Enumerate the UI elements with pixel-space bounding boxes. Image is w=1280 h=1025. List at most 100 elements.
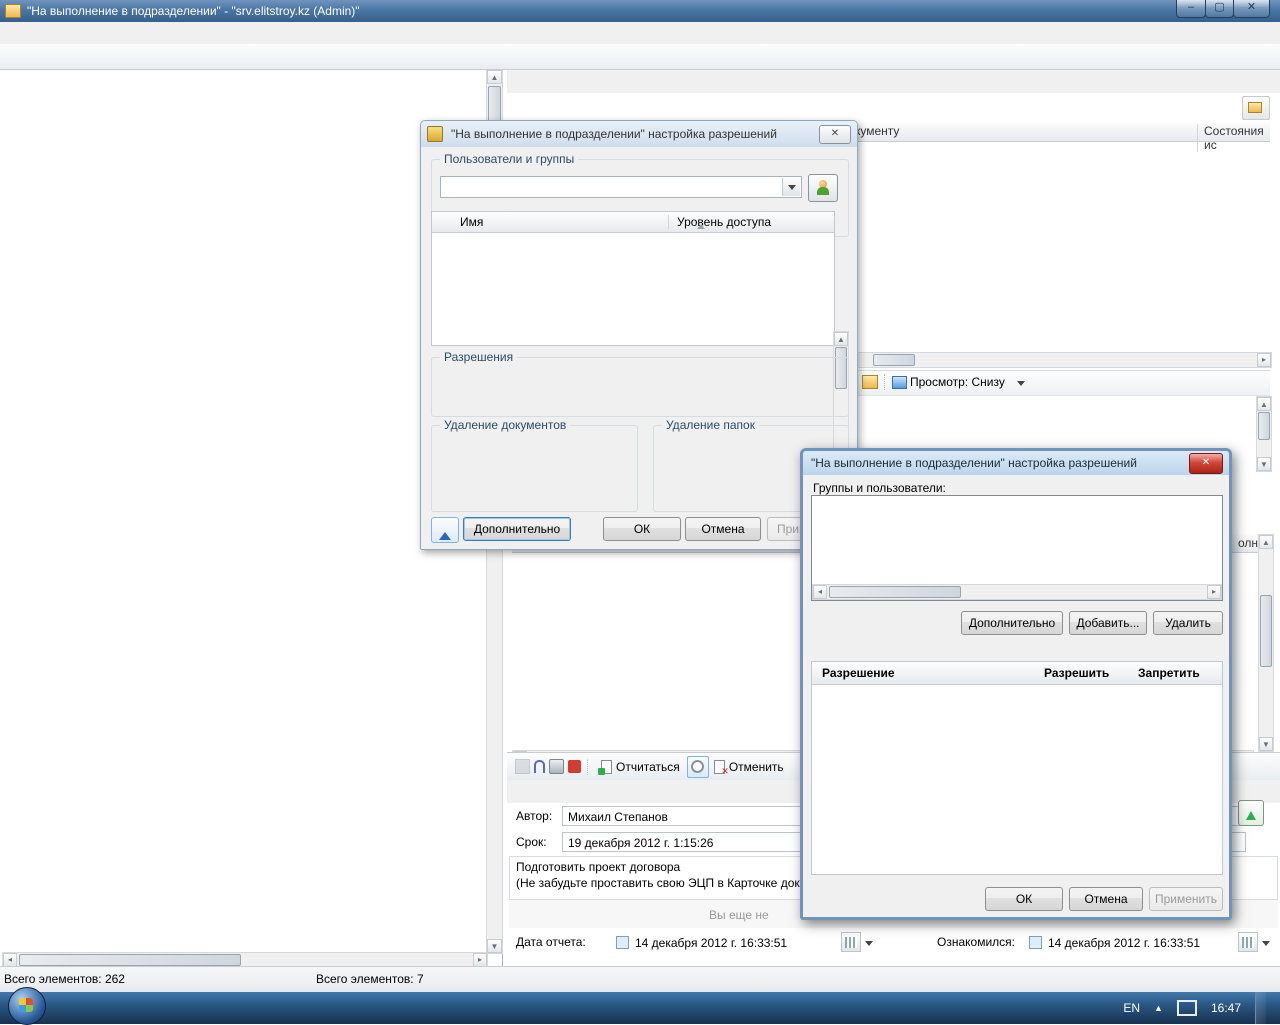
report-date-label: Дата отчета: <box>507 935 616 949</box>
panel-options-icon[interactable] <box>1242 96 1270 120</box>
scroll-up-arrow[interactable]: ▲ <box>1257 397 1271 411</box>
tray-expand-icon[interactable]: ▲ <box>1154 1003 1163 1013</box>
task-grid-vertical-scrollbar[interactable]: ▲ ▼ <box>1258 534 1274 752</box>
advanced-button[interactable]: Дополнительно <box>463 517 571 541</box>
combo-dropdown-button[interactable] <box>782 178 800 196</box>
ok-button[interactable]: ОК <box>603 517 681 541</box>
permissions-dialog-advanced: "На выполнение в подразделении" настройк… <box>800 448 1232 920</box>
scroll-down-arrow[interactable]: ▼ <box>487 939 502 953</box>
dialog-title-bar[interactable]: "На выполнение в подразделении" настройк… <box>803 451 1229 475</box>
add-button[interactable]: Добавить... <box>1069 611 1147 635</box>
separator <box>884 374 885 390</box>
green-up-arrow-button[interactable] <box>1238 800 1264 826</box>
ack-date-value[interactable]: 14 декабря 2012 г. 16:33:51 <box>1042 932 1238 952</box>
minimize-button[interactable]: – <box>1176 0 1206 18</box>
start-button[interactable] <box>8 987 46 1025</box>
calendar-icon[interactable] <box>841 932 861 952</box>
column-header-name[interactable]: Имя <box>432 215 668 229</box>
folder-up-icon[interactable] <box>862 375 878 389</box>
status-bar: Всего элементов: 262 Всего элементов: 7 <box>0 966 1280 993</box>
save-icon[interactable] <box>515 759 530 774</box>
clock-icon <box>691 760 704 773</box>
scroll-up-arrow[interactable]: ▲ <box>487 70 502 84</box>
scrollbar-thumb[interactable] <box>1258 412 1270 440</box>
close-button[interactable]: ✕ <box>1233 0 1270 18</box>
title-bar: "На выполнение в подразделении" - "srv.e… <box>0 0 1280 22</box>
scroll-right-arrow[interactable]: ▸ <box>1257 353 1271 367</box>
attachments-scrollbar[interactable]: ▲ ▼ <box>1256 396 1272 472</box>
ok-button[interactable]: ОК <box>985 887 1063 911</box>
column-header-states[interactable]: Состояния ис <box>1197 124 1270 152</box>
groupbox-label: Удаление папок <box>662 418 759 432</box>
permissions-dialog: "На выполнение в подразделении" настройк… <box>420 120 858 550</box>
grid-header-fragment: олн <box>1238 536 1258 550</box>
report-button[interactable]: Отчитаться <box>600 756 683 778</box>
archive-icon[interactable] <box>549 759 564 774</box>
user-search-combobox[interactable] <box>440 176 802 198</box>
clock[interactable]: 16:47 <box>1211 1001 1241 1015</box>
calendar-icon[interactable] <box>1238 932 1258 952</box>
cancel-button[interactable]: Отмена <box>685 517 761 541</box>
show-desktop-button[interactable] <box>1255 992 1266 1024</box>
taskbar: EN ▲ 16:47 <box>0 992 1280 1024</box>
dialog-close-button[interactable]: ✕ <box>1189 453 1223 474</box>
column-header-permission: Разрешение <box>812 666 1034 680</box>
remove-button[interactable]: Удалить <box>1153 611 1223 635</box>
chevron-down-icon[interactable] <box>865 941 873 950</box>
cancel-task-button[interactable]: Отменить <box>713 756 787 778</box>
clock-button[interactable] <box>687 756 709 778</box>
column-header-allow: Разрешить <box>1034 666 1128 680</box>
groups-label: Группы и пользователи: <box>813 481 946 495</box>
note-text: Вы еще не <box>709 908 769 922</box>
ack-label: Ознакомился: <box>877 935 1029 949</box>
menu-bar <box>0 22 1280 45</box>
window-title: "На выполнение в подразделении" - "srv.e… <box>27 4 360 18</box>
sort-ascending-icon <box>697 220 705 229</box>
pdf-export-icon[interactable] <box>568 760 581 773</box>
chevron-down-icon[interactable] <box>1262 941 1270 950</box>
separator <box>587 758 594 776</box>
add-user-button[interactable] <box>808 174 838 202</box>
scroll-up-arrow[interactable]: ▲ <box>834 332 848 346</box>
scroll-right-arrow[interactable]: ▸ <box>473 953 487 967</box>
paperclip-icon[interactable] <box>534 760 545 773</box>
report-date-checkbox[interactable] <box>616 936 629 949</box>
groups-horizontal-scrollbar[interactable]: ◂ ▸ <box>812 584 1222 600</box>
network-icon[interactable] <box>1177 1000 1197 1016</box>
app-icon <box>5 4 21 18</box>
collapse-button[interactable] <box>431 517 459 543</box>
groupbox-label: Удаление документов <box>440 418 570 432</box>
groups-listbox: ◂ ▸ <box>811 495 1223 601</box>
chevron-down-icon[interactable] <box>1017 381 1025 390</box>
scrollbar-thumb[interactable] <box>829 586 961 598</box>
users-table-header: Имя Уровень доступа <box>432 212 834 233</box>
scrollbar-thumb[interactable] <box>1260 595 1272 667</box>
dialog-close-button[interactable]: ✕ <box>819 125 851 144</box>
maximize-button[interactable]: ▢ <box>1205 0 1234 18</box>
groupbox-label: Разрешения <box>440 350 517 364</box>
apply-button[interactable]: Применить <box>1149 887 1223 911</box>
cancel-button[interactable]: Отмена <box>1069 887 1143 911</box>
scroll-down-arrow[interactable]: ▼ <box>1257 457 1271 471</box>
scrollbar-thumb[interactable] <box>873 354 915 366</box>
scroll-up-arrow[interactable]: ▲ <box>1259 535 1273 549</box>
scroll-left-arrow[interactable]: ◂ <box>813 585 827 599</box>
ack-checkbox[interactable] <box>1029 936 1042 949</box>
users-table: Имя Уровень доступа <box>431 211 835 346</box>
language-indicator[interactable]: EN <box>1123 1001 1140 1015</box>
scroll-right-arrow[interactable]: ▸ <box>1207 585 1221 599</box>
column-header-access-level[interactable]: Уровень доступа <box>668 215 834 229</box>
main-toolbar <box>0 44 1280 70</box>
scrollbar-thumb[interactable] <box>19 954 241 966</box>
dialog-title-bar[interactable]: "На выполнение в подразделении" настройк… <box>421 121 857 147</box>
due-label: Срок: <box>507 835 562 849</box>
report-date-value[interactable]: 14 декабря 2012 г. 16:33:51 <box>629 932 841 952</box>
preview-mode-label[interactable]: Просмотр: Снизу <box>910 375 1005 389</box>
scroll-left-arrow[interactable]: ◂ <box>3 953 17 967</box>
advanced-button[interactable]: Дополнительно <box>961 611 1063 635</box>
report-icon <box>601 760 612 774</box>
column-header-document[interactable]: кументу <box>855 124 899 138</box>
scroll-down-arrow[interactable]: ▼ <box>1259 737 1273 751</box>
groupbox-label: Пользователи и группы <box>440 152 578 166</box>
delete-documents-groupbox: Удаление документов <box>431 425 638 512</box>
